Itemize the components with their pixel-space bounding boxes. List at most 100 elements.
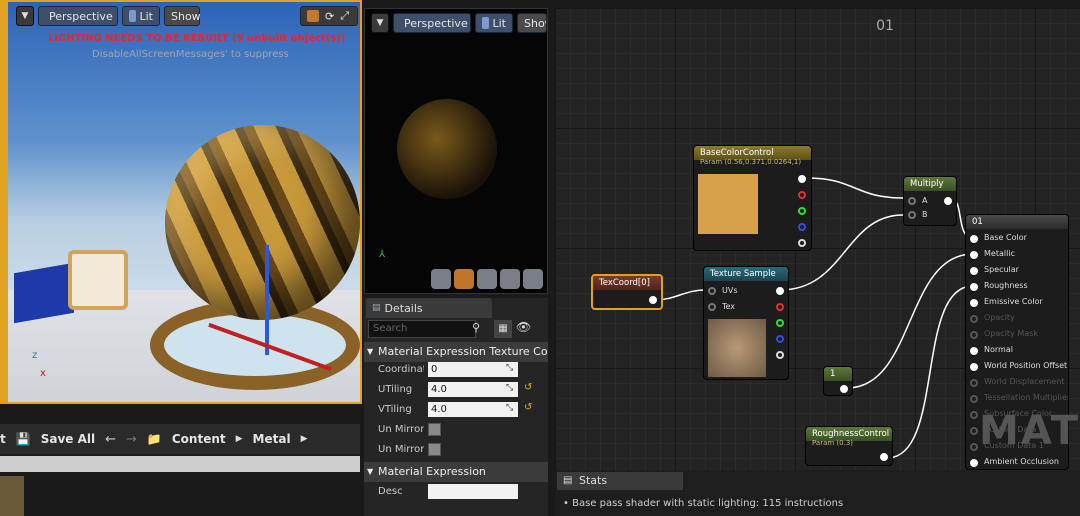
result-input-pin[interactable] (970, 347, 978, 355)
search-icon[interactable]: ⚲ (472, 321, 480, 334)
result-input-pin[interactable] (970, 283, 978, 291)
result-input-pin[interactable] (970, 299, 978, 307)
preview-viewport[interactable]: ▼ Perspective Lit Show ⅄ (364, 8, 548, 294)
result-input-pin[interactable] (970, 443, 978, 451)
result-input-pin[interactable] (970, 251, 978, 259)
node-texture-sample[interactable]: Texture Sample UVs Tex (703, 266, 789, 380)
asset-thumbnail[interactable] (0, 476, 24, 516)
save-all-button[interactable]: Save All (41, 432, 95, 446)
output-pin-b[interactable] (798, 223, 806, 231)
cube-shape-icon[interactable] (500, 269, 520, 289)
eye-icon[interactable]: 👁 (516, 320, 531, 334)
output-pin-rgb[interactable] (798, 175, 806, 183)
preview-sphere[interactable] (397, 99, 497, 199)
preview-perspective-button[interactable]: Perspective (393, 13, 471, 33)
result-input-pin[interactable] (970, 395, 978, 403)
lit-button[interactable]: Lit (122, 6, 160, 26)
spin-icon[interactable]: ⤡ (506, 403, 513, 413)
spin-icon[interactable]: ⤡ (506, 383, 513, 393)
node-basecolor-control[interactable]: BaseColorControl Param (0.56,0.371,0.026… (693, 145, 812, 251)
main-viewport[interactable]: ▼ Perspective Lit Show ⟳ ⤢ LIGHTING NEED… (0, 0, 362, 404)
rotate-icon[interactable]: ⟳ (325, 10, 334, 23)
output-pin-b[interactable] (776, 335, 784, 343)
custom-mesh-icon[interactable] (523, 269, 543, 289)
breadcrumb-separator-icon: ▶ (235, 434, 243, 444)
node-constant[interactable]: 1 (823, 366, 853, 396)
details-tab[interactable]: ▤ Details (366, 298, 492, 318)
details-search-input[interactable]: Search (368, 320, 476, 338)
section-material-expression[interactable]: ▼ Material Expression (364, 462, 548, 482)
node-roughness-control[interactable]: RoughnessControl Param (0.3) (805, 426, 893, 466)
output-pin[interactable] (944, 197, 952, 205)
lit-icon (129, 10, 136, 22)
preview-shape-tools (431, 269, 543, 289)
preview-options-button[interactable]: ▼ (371, 13, 389, 33)
grid-view-icon[interactable]: ▦ (494, 320, 512, 338)
output-pin-r[interactable] (798, 191, 806, 199)
input-pin-tex[interactable] (708, 303, 716, 311)
spin-icon[interactable]: ⤡ (506, 363, 513, 373)
axis-x-icon: x (40, 368, 46, 379)
breadcrumb-metal[interactable]: Metal (253, 432, 291, 446)
back-arrow-icon[interactable]: ← (105, 432, 116, 447)
wire-basecolor-multiply (806, 177, 904, 199)
move-tool-icon[interactable] (307, 10, 319, 22)
output-pin-r[interactable] (776, 303, 784, 311)
output-pin[interactable] (880, 453, 888, 461)
utiling-input[interactable]: 4.0 (428, 382, 518, 397)
input-pin-a[interactable] (908, 197, 916, 205)
output-pin-g[interactable] (776, 319, 784, 327)
output-pin-a[interactable] (798, 239, 806, 247)
node-texcoord[interactable]: TexCoord[0] (591, 274, 663, 310)
node-title: Texture Sample (704, 267, 788, 281)
node-title: TexCoord[0] (593, 276, 661, 290)
section-texture-coordinate[interactable]: ▼ Material Expression Texture Coo (364, 342, 548, 362)
viewport-right-tools[interactable]: ⟳ ⤢ (300, 6, 358, 26)
perspective-button[interactable]: Perspective (38, 6, 118, 26)
show-button[interactable]: Show (164, 6, 201, 26)
vtiling-input[interactable]: 4.0 (428, 402, 518, 417)
scale-icon[interactable]: ⤢ (340, 9, 349, 23)
output-pin[interactable] (649, 296, 657, 304)
pin-label-uvs: UVs (722, 286, 738, 295)
sphere-shape-icon[interactable] (454, 269, 474, 289)
result-input-pin[interactable] (970, 459, 978, 467)
breadcrumb-separator-icon: ▶ (300, 434, 308, 444)
result-pin-label: Emissive Color (984, 297, 1043, 306)
reset-icon[interactable]: ↺ (524, 402, 532, 413)
color-swatch (698, 174, 758, 234)
result-input-pin[interactable] (970, 235, 978, 243)
result-input-pin[interactable] (970, 315, 978, 323)
cylinder-shape-icon[interactable] (431, 269, 451, 289)
unmirror-v-checkbox[interactable] (428, 443, 441, 456)
output-pin-g[interactable] (798, 207, 806, 215)
result-input-pin[interactable] (970, 363, 978, 371)
input-pin-b[interactable] (908, 211, 916, 219)
prop-label-vtiling: VTiling (378, 404, 412, 415)
unmirror-u-checkbox[interactable] (428, 423, 441, 436)
result-input-pin[interactable] (970, 427, 978, 435)
output-pin-a[interactable] (776, 351, 784, 359)
plane-shape-icon[interactable] (477, 269, 497, 289)
material-graph[interactable]: 01 BaseColorControl Param (0.56,0.371,0.… (555, 8, 1080, 470)
wire-roughness-result (886, 285, 974, 459)
input-pin-uvs[interactable] (708, 287, 716, 295)
node-multiply[interactable]: Multiply A B (903, 176, 957, 226)
preview-lit-button[interactable]: Lit (475, 13, 513, 33)
coordinate-index-input[interactable]: 0 (428, 362, 518, 377)
viewport-options-button[interactable]: ▼ (16, 6, 34, 26)
forward-arrow-icon[interactable]: → (126, 432, 137, 447)
stats-tab[interactable]: ▤ Stats (557, 472, 683, 490)
output-pin-rgb[interactable] (776, 287, 784, 295)
breadcrumb-content[interactable]: Content (172, 432, 226, 446)
desc-input[interactable] (428, 484, 518, 499)
output-pin[interactable] (840, 385, 848, 393)
result-input-pin[interactable] (970, 331, 978, 339)
result-input-pin[interactable] (970, 267, 978, 275)
prop-label-utiling: UTiling (378, 384, 413, 395)
preview-show-button[interactable]: Show (517, 13, 547, 33)
reset-icon[interactable]: ↺ (524, 382, 532, 393)
preview-axis-icon: ⅄ (379, 249, 386, 260)
result-input-pin[interactable] (970, 379, 978, 387)
result-input-pin[interactable] (970, 411, 978, 419)
